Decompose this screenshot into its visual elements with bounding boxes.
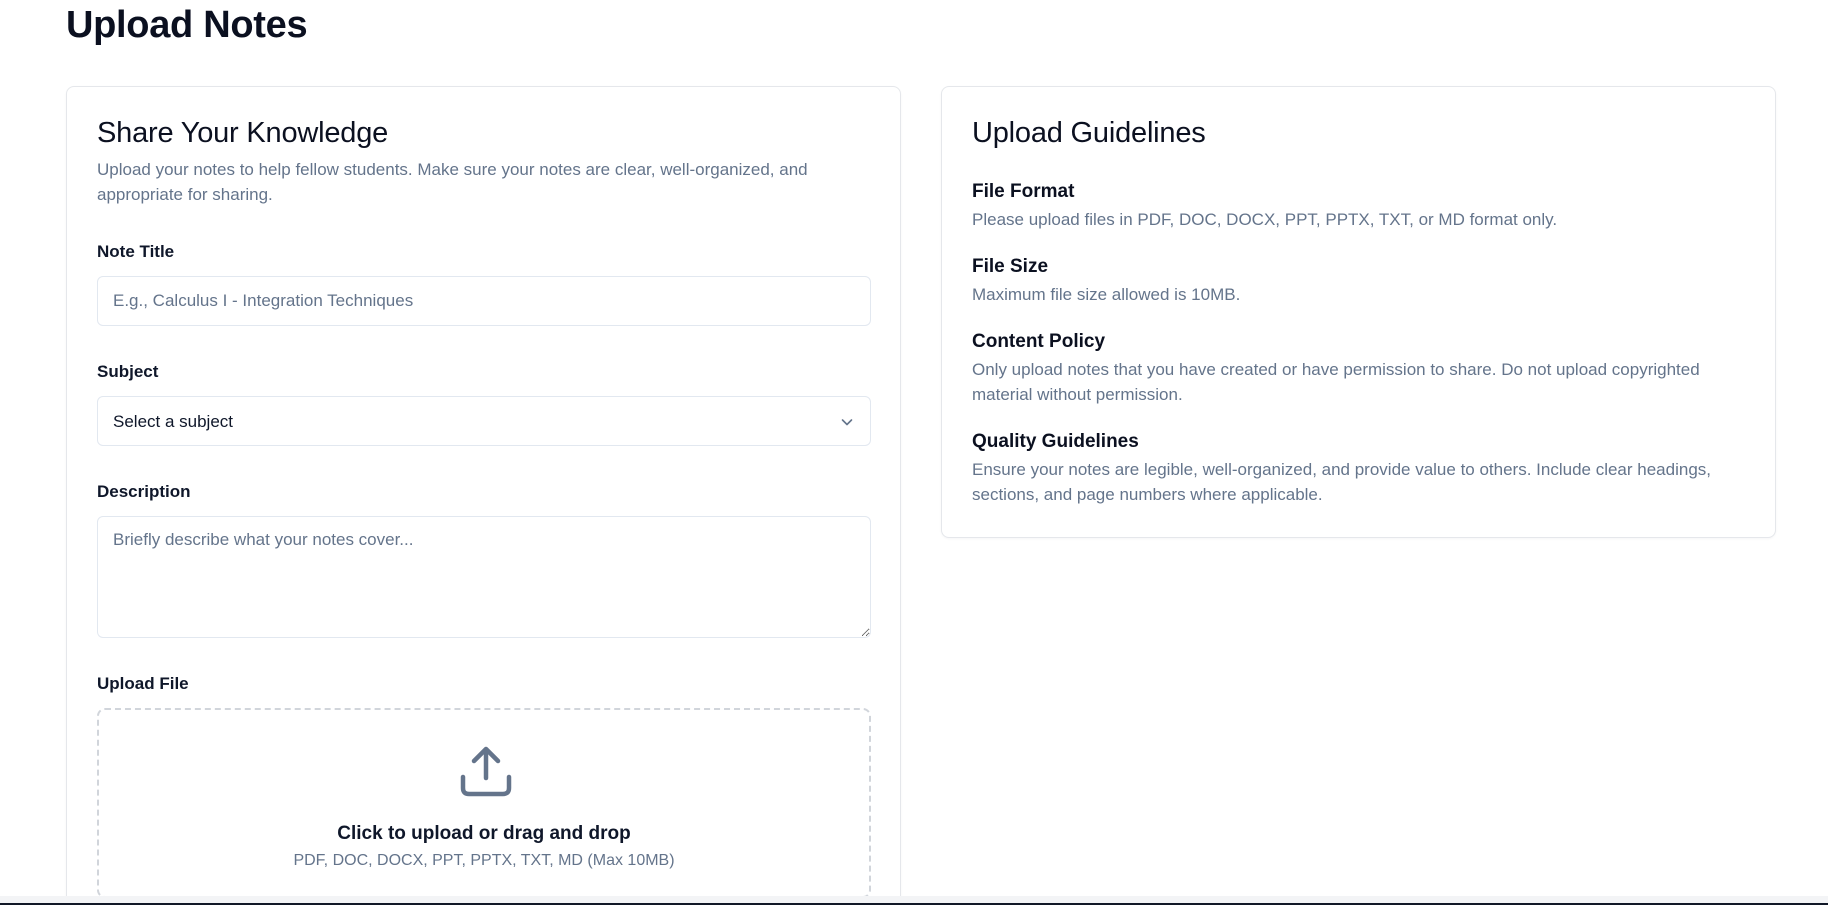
guideline-text: Please upload files in PDF, DOC, DOCX, P… — [972, 210, 1558, 229]
guideline-title: File Format — [972, 181, 1075, 202]
upload-notes-page: Upload Notes Share Your Knowledge Upload… — [0, 0, 1828, 905]
file-dropzone[interactable]: Click to upload or drag and drop PDF, DO… — [97, 708, 871, 898]
dropzone-title: Click to upload or drag and drop — [337, 823, 631, 844]
chevron-down-icon — [841, 419, 853, 426]
upload-file-label: Upload File — [97, 674, 189, 693]
subject-select-value: Select a subject — [113, 412, 234, 431]
description-textarea[interactable] — [97, 516, 871, 638]
guideline-text: Only upload notes that you have created … — [972, 360, 1700, 404]
guidelines-heading: Upload Guidelines — [972, 117, 1206, 149]
share-knowledge-card: Share Your Knowledge Upload your notes t… — [66, 86, 901, 905]
guideline-file-size: File Size Maximum file size allowed is 1… — [972, 254, 1742, 307]
guideline-title: File Size — [972, 256, 1049, 277]
guideline-title: Content Policy — [972, 331, 1106, 352]
subject-label: Subject — [97, 362, 159, 381]
dropzone-hint: PDF, DOC, DOCX, PPT, PPTX, TXT, MD (Max … — [293, 852, 675, 869]
upload-icon — [460, 746, 512, 797]
form-heading: Share Your Knowledge — [97, 117, 389, 149]
form-description: Upload your notes to help fellow student… — [97, 160, 808, 204]
guideline-text: Ensure your notes are legible, well-orga… — [972, 460, 1712, 504]
guideline-text: Maximum file size allowed is 10MB. — [972, 285, 1241, 304]
upload-guidelines-card: Upload Guidelines File Format Please upl… — [941, 86, 1776, 538]
guideline-title: Quality Guidelines — [972, 431, 1139, 452]
description-label: Description — [97, 482, 191, 501]
note-title-input[interactable] — [97, 276, 871, 326]
subject-select[interactable]: Select a subject — [97, 396, 871, 446]
note-title-label: Note Title — [97, 242, 175, 261]
guideline-file-format: File Format Please upload files in PDF, … — [972, 179, 1742, 232]
guideline-quality: Quality Guidelines Ensure your notes are… — [972, 429, 1742, 507]
guideline-content-policy: Content Policy Only upload notes that yo… — [972, 329, 1742, 407]
page-title: Upload Notes — [66, 4, 308, 46]
viewport-bottom-band — [0, 896, 1828, 903]
